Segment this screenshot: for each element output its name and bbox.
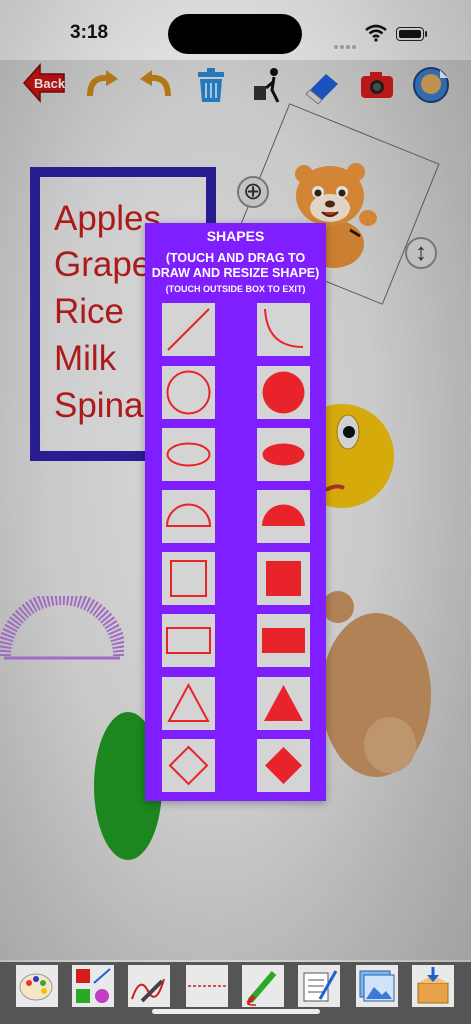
curve-shape-button[interactable]	[257, 303, 310, 356]
signal-icon	[334, 36, 358, 54]
shapes-panel-instructions: (TOUCH AND DRAG TO DRAW AND RESIZE SHAPE…	[151, 251, 320, 280]
ellipse-outline-button[interactable]	[162, 428, 215, 481]
sticker-icon[interactable]	[410, 64, 452, 106]
battery-icon	[396, 27, 424, 41]
text-tool-icon[interactable]	[298, 965, 340, 1007]
clock: 3:18	[70, 22, 109, 43]
line-shape-button[interactable]	[162, 303, 215, 356]
back-label: Back	[34, 76, 66, 91]
shapes-panel: SHAPES (TOUCH AND DRAG TO DRAW AND RESIZ…	[145, 223, 326, 801]
clear-all-icon[interactable]	[248, 64, 290, 106]
dynamic-island	[168, 14, 302, 54]
rectangle-outline-button[interactable]	[162, 614, 215, 667]
square-filled-button[interactable]	[257, 552, 310, 605]
semicircle-outline-button[interactable]	[162, 490, 215, 543]
status-bar: 3:18	[0, 0, 471, 60]
undo-icon[interactable]	[134, 64, 176, 106]
circle-outline-button[interactable]	[162, 366, 215, 419]
home-indicator	[152, 1009, 320, 1014]
shapes-panel-title: SHAPES	[206, 228, 265, 244]
list-item: Rice	[54, 292, 125, 331]
redo-icon[interactable]	[82, 64, 124, 106]
list-item: Milk	[54, 339, 117, 378]
rectangle-filled-button[interactable]	[257, 614, 310, 667]
camera-icon[interactable]	[356, 64, 398, 106]
triangle-outline-button[interactable]	[162, 677, 215, 730]
marker-pen-icon[interactable]	[242, 965, 284, 1007]
circle-filled-button[interactable]	[257, 366, 310, 419]
shapes-panel-exit-hint: (TOUCH OUTSIDE BOX TO EXIT)	[165, 284, 306, 294]
semicircle-filled-button[interactable]	[257, 490, 310, 543]
wifi-icon	[365, 24, 387, 42]
bear-sticker[interactable]	[320, 585, 435, 780]
diamond-outline-button[interactable]	[162, 739, 215, 792]
trash-icon[interactable]	[190, 64, 232, 106]
photo-library-icon[interactable]	[356, 965, 398, 1007]
pencil-tool-icon[interactable]	[128, 965, 170, 1007]
shapes-tool-icon[interactable]	[72, 965, 114, 1007]
bottom-toolbar	[0, 962, 471, 1024]
square-outline-button[interactable]	[162, 552, 215, 605]
eraser-icon[interactable]	[302, 64, 344, 106]
protractor-sticker[interactable]	[0, 596, 124, 664]
ellipse-filled-button[interactable]	[257, 428, 310, 481]
paint-palette-icon[interactable]	[16, 965, 58, 1007]
dashed-line-icon[interactable]	[186, 965, 228, 1007]
triangle-filled-button[interactable]	[257, 677, 310, 730]
resize-sticker-button[interactable]: ↕	[405, 237, 437, 269]
diamond-filled-button[interactable]	[257, 739, 310, 792]
save-box-icon[interactable]	[412, 965, 454, 1007]
remove-sticker-button[interactable]: ⊕	[237, 176, 269, 208]
